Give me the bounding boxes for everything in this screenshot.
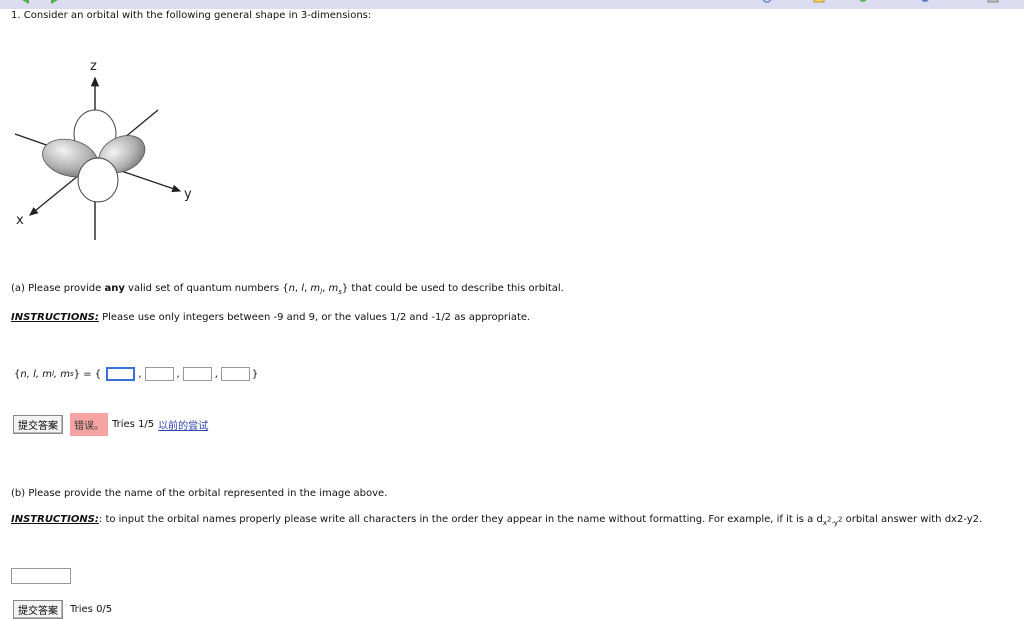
comma-3: , bbox=[214, 368, 218, 380]
part-b-instructions-text-2: orbital answer with dx2-y2. bbox=[842, 514, 983, 525]
status-badge-wrong: 错误。 bbox=[70, 413, 108, 436]
part-a-prompt-mid: valid set of quantum numbers { bbox=[124, 283, 289, 294]
qn-row-ms: m bbox=[60, 368, 71, 380]
qn-row-ml-sub: l bbox=[51, 370, 54, 378]
qn-row-l: l bbox=[33, 368, 36, 380]
comma-2: , bbox=[176, 368, 180, 380]
forward-arrow-icon[interactable] bbox=[46, 0, 60, 4]
orbital-diagram: z y x bbox=[14, 59, 192, 240]
part-a-instructions-label: INSTRUCTIONS: bbox=[11, 312, 99, 323]
back-arrow-icon[interactable] bbox=[20, 0, 34, 4]
notes-icon[interactable] bbox=[812, 0, 826, 4]
qn-ml-sub: l bbox=[320, 288, 323, 296]
orbital-name-input[interactable] bbox=[11, 568, 71, 584]
qn-n-input[interactable] bbox=[106, 367, 136, 381]
part-b-instructions: INSTRUCTIONS:: to input the orbital name… bbox=[11, 514, 982, 527]
part-a-submit-button[interactable]: 提交答案 bbox=[13, 415, 63, 434]
equals-brace: = { bbox=[83, 368, 102, 380]
check-icon[interactable] bbox=[856, 0, 870, 4]
part-b-tries: Tries 0/5 bbox=[70, 604, 113, 615]
part-a-instructions-text: Please use only integers between -9 and … bbox=[98, 312, 531, 323]
previous-tries-link[interactable]: 以前的尝试 bbox=[158, 417, 208, 432]
question-title: 1. Consider an orbital with the followin… bbox=[11, 10, 372, 21]
part-b-instructions-label: INSTRUCTIONS: bbox=[11, 514, 99, 525]
qn-ml-input[interactable] bbox=[182, 367, 212, 381]
browser-toolbar-strip bbox=[0, 0, 1024, 9]
qn-row-ml: m bbox=[42, 368, 52, 380]
part-a-prompt-bold: any bbox=[104, 283, 125, 294]
part-b-submit-button[interactable]: 提交答案 bbox=[13, 600, 63, 619]
part-a-tries: Tries 1/5 bbox=[112, 419, 155, 430]
qn-l-input[interactable] bbox=[144, 367, 174, 381]
refresh-icon[interactable] bbox=[760, 0, 774, 4]
part-a-prompt-post: } that could be used to describe this or… bbox=[341, 283, 564, 294]
part-a-instructions: INSTRUCTIONS: Please use only integers b… bbox=[11, 312, 530, 323]
part-b-submit-row: 提交答案 Tries 0/5 bbox=[13, 600, 112, 619]
part-a-prompt-pre: (a) Please provide bbox=[11, 283, 105, 294]
axis-label-y: y bbox=[184, 187, 192, 202]
set-close-brace: } bbox=[73, 368, 81, 380]
axis-label-z: z bbox=[90, 59, 97, 74]
qn-row-n: n bbox=[20, 368, 27, 380]
axis-label-x: x bbox=[16, 213, 24, 228]
qn-ms-input[interactable] bbox=[220, 367, 250, 381]
settings-icon[interactable] bbox=[918, 0, 932, 4]
quantum-number-input-row: {n, l, ml, m s} = { , , , } bbox=[14, 367, 259, 381]
orbital-lobe-front bbox=[77, 157, 119, 203]
part-a-submit-row: 提交答案 错误。 Tries 1/5 以前的尝试 bbox=[13, 413, 208, 436]
qn-n: n bbox=[288, 283, 295, 294]
part-b-prompt: (b) Please provide the name of the orbit… bbox=[11, 488, 388, 499]
part-a-prompt: (a) Please provide any valid set of quan… bbox=[11, 283, 564, 296]
trash-icon[interactable] bbox=[986, 0, 1000, 4]
qn-ms: m bbox=[328, 283, 339, 294]
comma-1: , bbox=[138, 368, 142, 380]
qn-ml: m bbox=[310, 283, 321, 294]
end-brace: } bbox=[251, 368, 259, 380]
part-b-instructions-text-1: : to input the orbital names properly pl… bbox=[98, 514, 823, 525]
qn-l: l bbox=[301, 283, 305, 294]
